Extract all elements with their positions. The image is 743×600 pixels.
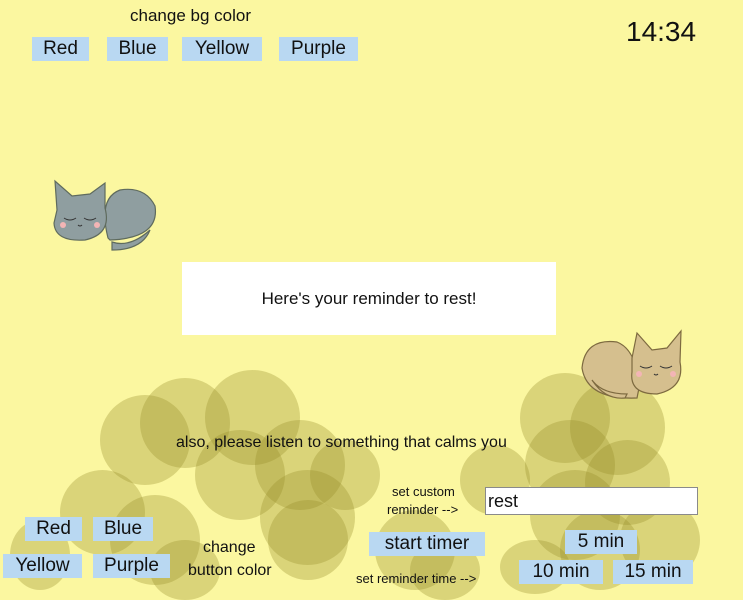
bg-purple-button[interactable]: Purple [279, 37, 358, 61]
reminder-card: Here's your reminder to rest! [182, 262, 556, 335]
btn-yellow-button[interactable]: Yellow [3, 554, 82, 578]
start-timer-button[interactable]: start timer [369, 532, 485, 556]
custom-reminder-label-line2: reminder --> [387, 502, 459, 517]
timer-15min-button[interactable]: 15 min [613, 560, 693, 584]
sleeping-gray-cat-icon [50, 178, 162, 253]
clock-display: 14:34 [626, 16, 697, 47]
reminder-message: Here's your reminder to rest! [261, 288, 477, 308]
bg-yellow-button[interactable]: Yellow [182, 37, 262, 61]
btn-red-button[interactable]: Red [25, 517, 82, 541]
bg-blue-button[interactable]: Blue [107, 37, 168, 61]
set-reminder-time-label: set reminder time --> [356, 571, 477, 586]
btn-purple-button[interactable]: Purple [93, 554, 170, 578]
calm-note: also, please listen to something that ca… [176, 434, 507, 451]
bg-color-label: change bg color [130, 6, 251, 25]
sleeping-tan-cat-icon [577, 328, 687, 403]
custom-reminder-label-line1: set custom [392, 484, 455, 499]
timer-5min-button[interactable]: 5 min [565, 530, 637, 554]
timer-10min-button[interactable]: 10 min [519, 560, 603, 584]
btn-blue-button[interactable]: Blue [93, 517, 153, 541]
custom-reminder-input[interactable]: rest [485, 487, 698, 515]
button-color-label-line1: change [203, 539, 256, 556]
button-color-label-line2: button color [188, 562, 272, 579]
bg-red-button[interactable]: Red [32, 37, 89, 61]
